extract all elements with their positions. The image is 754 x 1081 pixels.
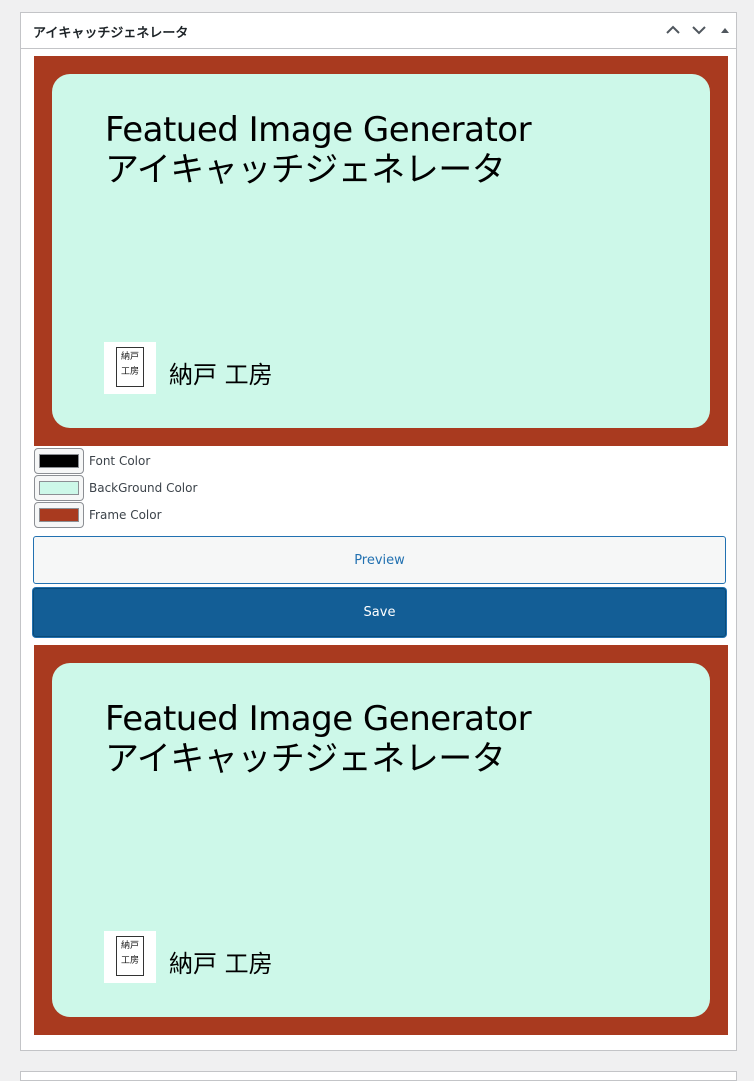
- card-title-line2: アイキャッチジェネレータ: [105, 150, 506, 190]
- preview-author-logo: 納戸 工房: [104, 931, 156, 983]
- chevron-down-icon: [692, 26, 706, 35]
- preview-button[interactable]: Preview: [33, 536, 726, 584]
- font-color-swatch: [39, 454, 79, 468]
- card-title: Featued Image Generator アイキャッチジェネレータ: [105, 110, 532, 190]
- preview-card-title: Featued Image Generator アイキャッチジェネレータ: [105, 699, 532, 779]
- featured-image-generator-panel: アイキャッチジェネレータ Featued Image Generator アイキ…: [20, 12, 737, 1051]
- background-color-label: BackGround Color: [89, 481, 198, 495]
- preview-logo-text-bottom: 工房: [120, 956, 139, 966]
- frame-color-label: Frame Color: [89, 508, 162, 522]
- font-color-label: Font Color: [89, 454, 151, 468]
- frame-color-swatch: [39, 508, 79, 522]
- preview-title-line2: アイキャッチジェネレータ: [105, 739, 506, 779]
- preview-logo-frame: 納戸 工房: [116, 936, 144, 976]
- background-color-swatch: [39, 481, 79, 495]
- preview-logo-text-top: 納戸: [120, 941, 139, 951]
- background-color-picker[interactable]: [34, 475, 84, 501]
- chevron-up-icon: [666, 25, 680, 34]
- move-down-button[interactable]: [688, 19, 710, 41]
- next-panel-edge: [20, 1071, 737, 1081]
- caret-up-icon: [721, 28, 729, 33]
- featured-image-canvas: Featued Image Generator アイキャッチジェネレータ 納戸 …: [34, 56, 728, 446]
- logo-frame: 納戸 工房: [116, 347, 144, 387]
- toggle-panel-button[interactable]: [714, 19, 736, 41]
- panel-header: アイキャッチジェネレータ: [21, 13, 736, 49]
- preview-card-background: Featued Image Generator アイキャッチジェネレータ 納戸 …: [52, 663, 710, 1017]
- logo-text-top: 納戸: [120, 352, 139, 362]
- author-logo: 納戸 工房: [104, 342, 156, 394]
- font-color-row: Font Color: [34, 448, 150, 474]
- preview-logo-text: 納戸 工房: [117, 939, 143, 969]
- card-title-line1: Featued Image Generator: [105, 110, 532, 150]
- move-up-button[interactable]: [662, 19, 684, 41]
- logo-text: 納戸 工房: [117, 350, 143, 380]
- logo-text-bottom: 工房: [120, 367, 139, 377]
- panel-title: アイキャッチジェネレータ: [33, 26, 189, 41]
- preview-card-author: 納戸 工房: [169, 950, 273, 978]
- preview-title-line1: Featued Image Generator: [105, 699, 532, 739]
- frame-color-picker[interactable]: [34, 502, 84, 528]
- save-button[interactable]: Save: [33, 588, 726, 637]
- card-background: Featued Image Generator アイキャッチジェネレータ 納戸 …: [52, 74, 710, 428]
- font-color-picker[interactable]: [34, 448, 84, 474]
- background-color-row: BackGround Color: [34, 475, 197, 501]
- card-author: 納戸 工房: [169, 361, 273, 389]
- preview-image: Featued Image Generator アイキャッチジェネレータ 納戸 …: [34, 645, 728, 1035]
- frame-color-row: Frame Color: [34, 502, 162, 528]
